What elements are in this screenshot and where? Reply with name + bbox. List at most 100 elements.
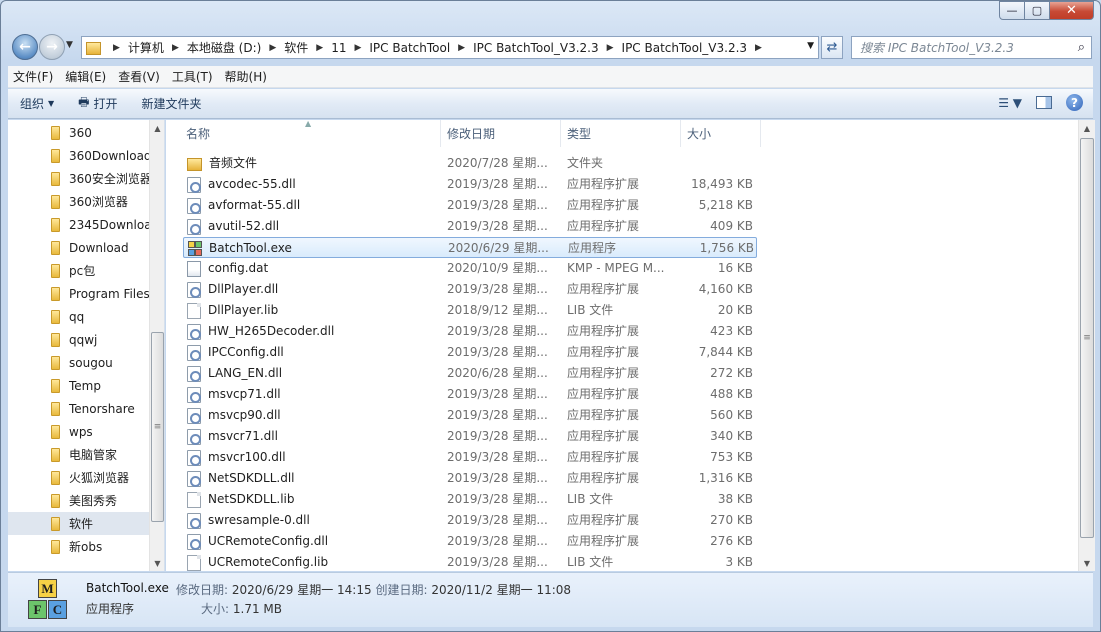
breadcrumb-item[interactable]: IPC BatchTool	[369, 41, 450, 55]
navigation-row: ← → ▼ ▶ 计算机 ▶ 本地磁盘 (D:) ▶ 软件 ▶ 11 ▶ IPC BatchTool…	[1, 33, 1100, 61]
nav-folder-item[interactable]: Tenorshare	[8, 397, 150, 420]
file-row[interactable]: msvcr71.dll 2019/3/28 星期... 应用程序扩展 340 KB	[183, 426, 757, 447]
nav-folder-item[interactable]: pc包	[8, 259, 150, 282]
nav-folder-label: qq	[69, 309, 85, 324]
menu-item[interactable]: 文件(F)	[8, 68, 58, 85]
file-name: msvcr71.dll	[208, 429, 278, 443]
breadcrumb-separator-icon[interactable]: ▶	[113, 43, 120, 53]
breadcrumb-separator-icon[interactable]: ▶	[316, 43, 323, 53]
column-name[interactable]: 名称	[180, 120, 441, 147]
breadcrumb-item[interactable]: IPC BatchTool_V3.2.3	[473, 41, 599, 55]
icon-letter-c: C	[48, 600, 67, 619]
nav-folder-item[interactable]: 火狐浏览器	[8, 466, 150, 489]
nav-folder-item[interactable]: 软件	[8, 512, 150, 535]
preview-pane-icon[interactable]	[1036, 96, 1052, 109]
breadcrumb-separator-icon[interactable]: ▶	[269, 43, 276, 53]
file-row[interactable]: IPCConfig.dll 2019/3/28 星期... 应用程序扩展 7,844 …	[183, 342, 757, 363]
nav-folder-item[interactable]: wps	[8, 420, 150, 443]
nav-folder-item[interactable]: sougou	[8, 351, 150, 374]
file-row[interactable]: msvcr100.dll 2019/3/28 星期... 应用程序扩展 753 KB	[183, 447, 757, 468]
file-row[interactable]: avcodec-55.dll 2019/3/28 星期... 应用程序扩展 18,49…	[183, 174, 757, 195]
menu-item[interactable]: 工具(T)	[167, 68, 218, 85]
back-button[interactable]: ←	[12, 34, 38, 60]
breadcrumb-separator-icon[interactable]: ▶	[354, 43, 361, 53]
file-row[interactable]: msvcp90.dll 2019/3/28 星期... 应用程序扩展 560 KB	[183, 405, 757, 426]
nav-folder-item[interactable]: 360安全浏览器	[8, 167, 150, 190]
scroll-down-icon[interactable]: ▼	[1079, 555, 1095, 571]
nav-scrollbar[interactable]: ▲ ≡ ▼	[149, 120, 164, 571]
file-row[interactable]: DllPlayer.lib 2018/9/12 星期... LIB 文件 20 KB	[183, 300, 757, 321]
nav-folder-item[interactable]: Download	[8, 236, 150, 259]
nav-folder-item[interactable]: 360浏览器	[8, 190, 150, 213]
recent-pages-dropdown-icon[interactable]: ▼	[66, 40, 73, 50]
file-row[interactable]: msvcp71.dll 2019/3/28 星期... 应用程序扩展 488 KB	[183, 384, 757, 405]
column-type[interactable]: 类型	[561, 120, 681, 147]
file-row[interactable]: swresample-0.dll 2019/3/28 星期... 应用程序扩展 270…	[183, 510, 757, 531]
file-row[interactable]: NetSDKDLL.lib 2019/3/28 星期... LIB 文件 38 KB	[183, 489, 757, 510]
minimize-button[interactable]: —	[999, 1, 1025, 20]
close-button[interactable]: ✕	[1050, 1, 1094, 20]
breadcrumb-item[interactable]: 软件	[284, 39, 308, 56]
scroll-up-icon[interactable]: ▲	[150, 120, 164, 136]
breadcrumb-item[interactable]: 计算机	[128, 39, 164, 56]
dll-icon	[187, 407, 201, 424]
breadcrumb-separator-icon[interactable]: ▶	[607, 43, 614, 53]
file-row[interactable]: avformat-55.dll 2019/3/28 星期... 应用程序扩展 5,21…	[183, 195, 757, 216]
nav-folder-item[interactable]: 360	[8, 121, 150, 144]
file-date-cell: 2020/6/29 星期...	[448, 241, 549, 255]
breadcrumb-separator-icon[interactable]: ▶	[172, 43, 179, 53]
selected-file-name: BatchTool.exe	[86, 581, 169, 595]
refresh-button[interactable]: ⇄	[821, 36, 843, 59]
nav-folder-label: qqwj	[69, 332, 98, 347]
column-size[interactable]: 大小	[681, 120, 761, 147]
scroll-up-icon[interactable]: ▲	[1079, 120, 1095, 136]
nav-folder-label: Tenorshare	[69, 401, 135, 416]
file-row[interactable]: 音频文件 2020/7/28 星期... 文件夹	[183, 153, 757, 174]
nav-folder-item[interactable]: 360Download	[8, 144, 150, 167]
change-view-icon[interactable]: ☰ ▼	[998, 96, 1022, 110]
nav-folder-item[interactable]: Program Files	[8, 282, 150, 305]
forward-button[interactable]: →	[39, 34, 65, 60]
scroll-down-icon[interactable]: ▼	[150, 555, 164, 571]
file-row[interactable]: BatchTool.exe 2020/6/29 星期... 应用程序 1,756 KB	[183, 237, 757, 258]
nav-folder-item[interactable]: 2345Downloa	[8, 213, 150, 236]
help-icon[interactable]: ?	[1066, 94, 1083, 111]
file-row[interactable]: config.dat 2020/10/9 星期... KMP - MPEG M...…	[183, 258, 757, 279]
file-row[interactable]: UCRemoteConfig.dll 2019/3/28 星期... 应用程序扩展 2…	[183, 531, 757, 552]
nav-folder-item[interactable]: 美图秀秀	[8, 489, 150, 512]
file-row[interactable]: HW_H265Decoder.dll 2019/3/28 星期... 应用程序扩展 4…	[183, 321, 757, 342]
file-list-scroll-thumb[interactable]: ≡	[1080, 138, 1094, 538]
search-input[interactable]: 搜索 IPC BatchTool_V3.2.3 ⌕	[851, 36, 1092, 59]
file-list-scrollbar[interactable]: ▲ ≡ ▼	[1078, 120, 1095, 571]
nav-folder-item[interactable]: 电脑管家	[8, 443, 150, 466]
file-row[interactable]: DllPlayer.dll 2019/3/28 星期... 应用程序扩展 4,160 …	[183, 279, 757, 300]
nav-folder-item[interactable]: qqwj	[8, 328, 150, 351]
breadcrumb-separator-icon[interactable]: ▶	[755, 43, 762, 53]
file-row[interactable]: NetSDKDLL.dll 2019/3/28 星期... 应用程序扩展 1,316 …	[183, 468, 757, 489]
file-date-cell: 2019/3/28 星期...	[447, 492, 548, 506]
organize-button[interactable]: 组织 ▼	[8, 95, 66, 112]
nav-folder-item[interactable]: Temp	[8, 374, 150, 397]
menu-item[interactable]: 帮助(H)	[220, 68, 272, 85]
nav-scroll-thumb[interactable]: ≡	[151, 332, 164, 522]
maximize-button[interactable]: ▢	[1025, 1, 1050, 20]
address-dropdown-icon[interactable]: ▼	[807, 41, 814, 51]
file-row[interactable]: LANG_EN.dll 2020/6/28 星期... 应用程序扩展 272 KB	[183, 363, 757, 384]
dll-icon	[187, 281, 201, 298]
new-folder-button[interactable]: 新建文件夹	[130, 95, 214, 112]
breadcrumb-separator-icon[interactable]: ▶	[458, 43, 465, 53]
file-row[interactable]: UCRemoteConfig.lib 2019/3/28 星期... LIB 文件 3…	[183, 552, 757, 571]
menu-item[interactable]: 编辑(E)	[60, 68, 111, 85]
caption-buttons: — ▢ ✕	[999, 1, 1094, 20]
address-bar[interactable]: ▶ 计算机 ▶ 本地磁盘 (D:) ▶ 软件 ▶ 11 ▶ IPC BatchTool ▶ IPC B…	[81, 36, 819, 59]
column-date[interactable]: 修改日期	[441, 120, 561, 147]
breadcrumb-item[interactable]: 本地磁盘 (D:)	[187, 39, 261, 56]
search-icon[interactable]: ⌕	[1078, 40, 1085, 55]
nav-folder-item[interactable]: qq	[8, 305, 150, 328]
open-button[interactable]: 🖶 打开	[66, 93, 129, 114]
file-row[interactable]: avutil-52.dll 2019/3/28 星期... 应用程序扩展 409 KB	[183, 216, 757, 237]
nav-folder-item[interactable]: 新obs	[8, 535, 150, 558]
breadcrumb-item[interactable]: 11	[331, 41, 346, 55]
menu-item[interactable]: 查看(V)	[113, 68, 165, 85]
breadcrumb-item[interactable]: IPC BatchTool_V3.2.3	[622, 41, 748, 55]
